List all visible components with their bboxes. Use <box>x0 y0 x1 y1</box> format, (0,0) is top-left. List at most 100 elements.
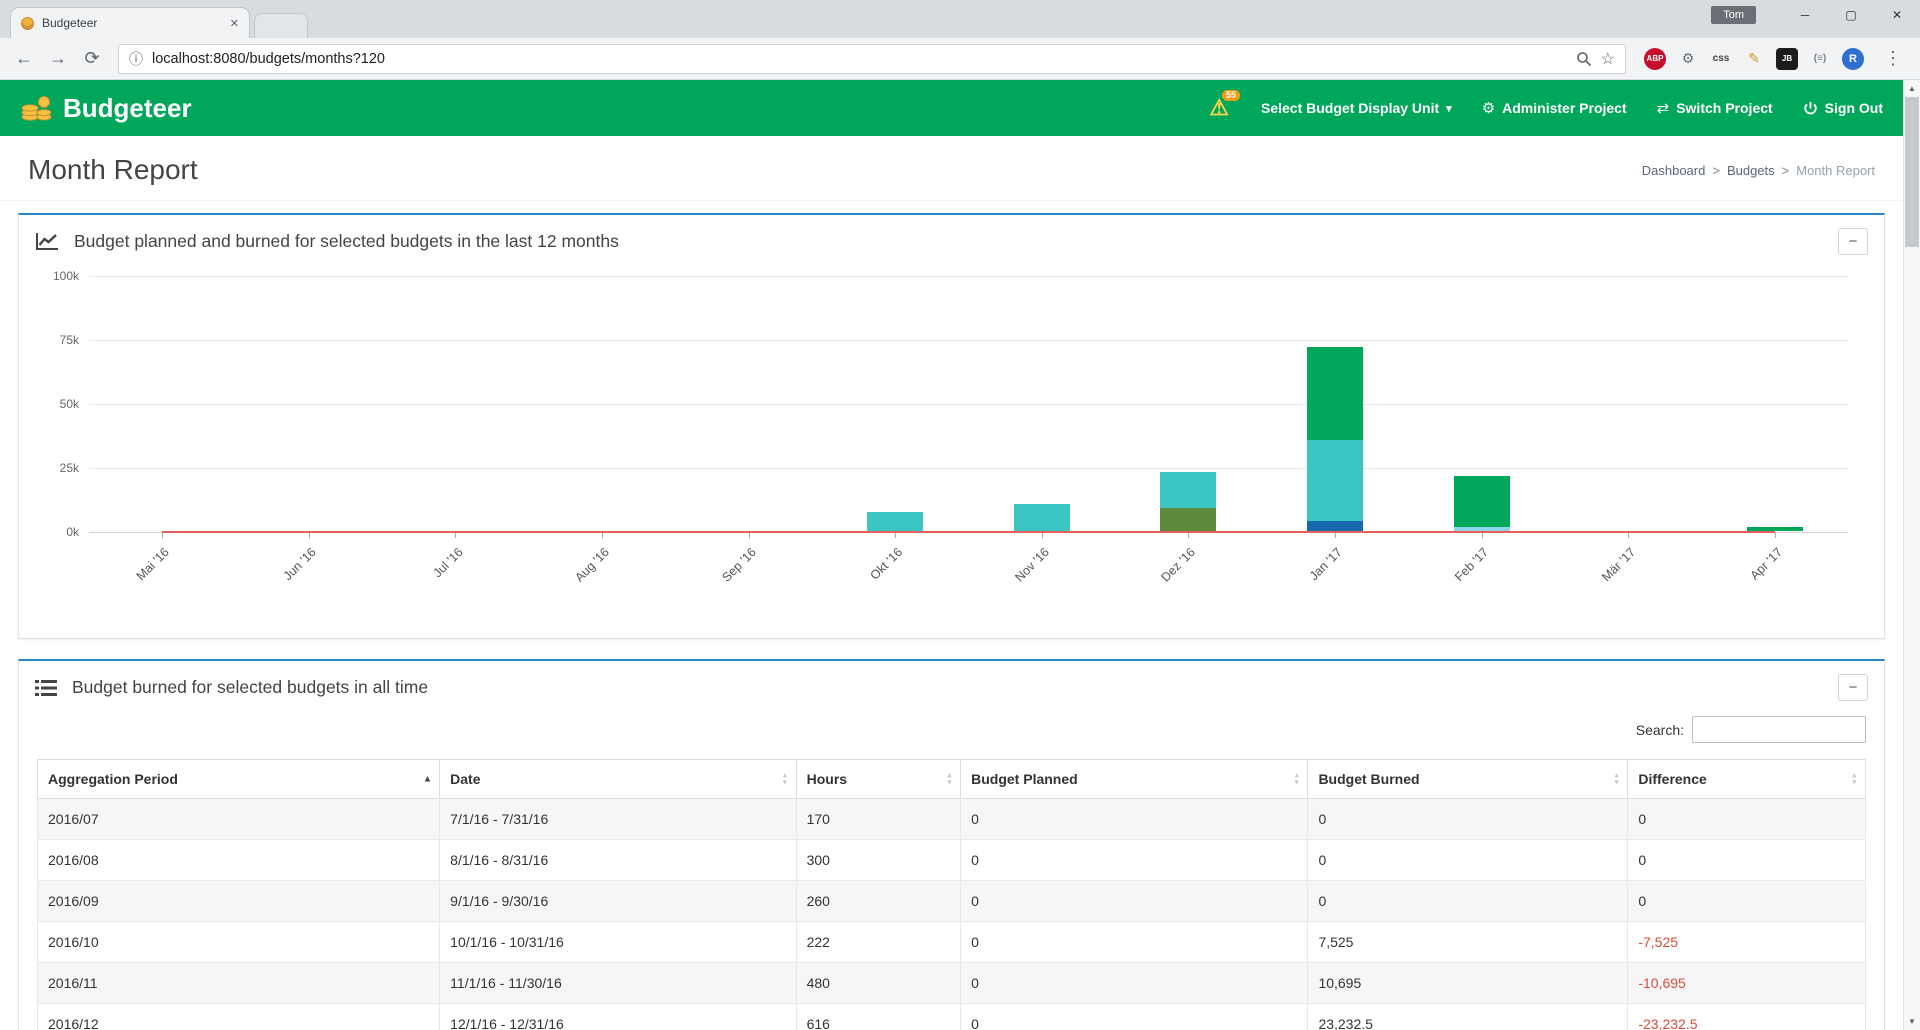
browser-menu-icon[interactable]: ⋮ <box>1874 48 1912 69</box>
minimize-button[interactable]: ─ <box>1782 0 1828 30</box>
column-label: Aggregation Period <box>48 771 178 787</box>
cell-hours: 480 <box>795 962 962 1004</box>
warning-indicator[interactable]: ⚠ 55 <box>1209 90 1240 119</box>
browser-toolbar: ← → ⟳ ⓘ localhost:8080/budgets/months?12… <box>0 38 1920 80</box>
page-scrollbar[interactable]: ▲ ▼ <box>1903 80 1920 1030</box>
budget-table: Aggregation Period▲▼Date▲▼Hours▲▼Budget … <box>36 759 1866 1030</box>
search-input[interactable] <box>1692 716 1866 743</box>
cell-aggregation-period: 2016/11 <box>36 962 441 1004</box>
table-row[interactable]: 2016/11 11/1/16 - 11/30/16 480 0 10,695 -10,6… <box>36 962 1866 1004</box>
extension-abp-icon[interactable]: ABP <box>1644 47 1666 70</box>
cell-aggregation-period: 2016/09 <box>36 880 441 922</box>
scroll-thumb[interactable] <box>1905 97 1919 247</box>
breadcrumb-current: Month Report <box>1796 162 1875 178</box>
window-close-button[interactable]: ✕ <box>1874 0 1920 30</box>
profile-chip[interactable]: Tom <box>1711 6 1756 24</box>
zoom-icon[interactable] <box>1576 51 1592 67</box>
bookmark-star-icon[interactable]: ☆ <box>1601 49 1615 69</box>
x-axis-label: Okt '16 <box>867 545 906 583</box>
x-axis-label: Dez '16 <box>1158 545 1199 585</box>
table-row[interactable]: 2016/10 10/1/16 - 10/31/16 222 0 7,525 -7,525 <box>36 921 1866 963</box>
collapse-button[interactable]: − <box>1838 674 1868 701</box>
scroll-up-button[interactable]: ▲ <box>1904 80 1920 97</box>
column-header-budget-burned[interactable]: Budget Burned ▲ ▼ <box>1307 759 1629 799</box>
search-label: Search: <box>1635 721 1684 738</box>
menu-label: Select Budget Display Unit <box>1261 100 1440 116</box>
extension-x-icon[interactable]: (≡) <box>1809 48 1831 70</box>
select-budget-display-unit-menu[interactable]: Select Budget Display Unit ▾ <box>1261 100 1452 116</box>
cell-difference: -7,525 <box>1627 921 1866 963</box>
new-tab-button[interactable] <box>254 13 308 38</box>
back-button[interactable]: ← <box>8 48 40 69</box>
switch-icon: ⇄ <box>1656 100 1670 117</box>
table-row[interactable]: 2016/12 12/1/16 - 12/31/16 616 0 23,232.5 -23… <box>36 1003 1866 1030</box>
extension-x-icon[interactable]: ✎ <box>1743 48 1765 70</box>
gear-icon: ⚙ <box>1481 100 1496 117</box>
x-axis-tick <box>1774 532 1776 538</box>
brand[interactable]: Budgeteer <box>20 93 192 124</box>
window-controls: Tom ─ ▢ ✕ <box>1711 0 1920 30</box>
bar-jan-17 <box>1306 346 1363 531</box>
switch-project-link[interactable]: ⇄ Switch Project <box>1657 99 1773 117</box>
sort-icon: ▲▼ <box>422 773 433 785</box>
column-label: Hours <box>806 771 848 787</box>
column-label: Budget Burned <box>1318 771 1420 787</box>
cell-difference: -10,695 <box>1627 962 1866 1004</box>
forward-button[interactable]: → <box>42 48 74 69</box>
cell-budget-burned: 10,695 <box>1307 962 1629 1004</box>
sign-out-link[interactable]: Sign Out <box>1803 100 1883 116</box>
table-row[interactable]: 2016/07 7/1/16 - 7/31/16 170 0 0 0 <box>36 798 1866 840</box>
address-bar[interactable]: ⓘ localhost:8080/budgets/months?120 ☆ <box>118 43 1626 74</box>
sort-icon: ▲▼ <box>1293 770 1301 786</box>
cell-budget-burned: 0 <box>1307 798 1629 840</box>
administer-project-link[interactable]: ⚙ Administer Project <box>1482 99 1627 117</box>
extension-r-icon[interactable]: R <box>1842 47 1864 70</box>
refresh-button[interactable]: ⟳ <box>76 48 108 69</box>
breadcrumb-budgets[interactable]: Budgets <box>1727 163 1775 178</box>
table-row[interactable]: 2016/09 9/1/16 - 9/30/16 260 0 0 0 <box>36 880 1866 922</box>
y-axis-label: 75k <box>59 333 79 347</box>
x-axis-label: Aug '16 <box>572 545 612 585</box>
page-info-icon[interactable]: ⓘ <box>129 49 143 69</box>
grid-line <box>89 468 1848 469</box>
list-icon <box>35 679 57 696</box>
chart-panel: Budget planned and burned for selected b… <box>18 213 1885 639</box>
brand-name: Budgeteer <box>63 92 192 123</box>
table-search: Search: <box>19 710 1884 753</box>
cell-aggregation-period: 2016/08 <box>36 839 441 881</box>
table-header-row: Aggregation Period▲▼Date▲▼Hours▲▼Budget … <box>36 759 1866 799</box>
cell-budget-burned: 0 <box>1307 880 1629 922</box>
column-header-difference[interactable]: Difference ▲ ▼ <box>1627 759 1866 799</box>
grid-line <box>89 276 1848 277</box>
navbar-menu: ⚠ 55 Select Budget Display Unit ▾ ⚙ Admi… <box>1209 90 1883 119</box>
column-header-hours[interactable]: Hours ▲ ▼ <box>795 759 962 799</box>
cell-date: 10/1/16 - 10/31/16 <box>439 921 797 963</box>
tab-close-icon[interactable]: ✕ <box>230 17 239 30</box>
column-header-budget-planned[interactable]: Budget Planned ▲ ▼ <box>960 759 1309 799</box>
table-row[interactable]: 2016/08 8/1/16 - 8/31/16 300 0 0 0 <box>36 839 1866 881</box>
column-label: Date <box>450 771 481 787</box>
browser-tab[interactable]: Budgeteer ✕ <box>10 7 250 38</box>
extension-jb-icon[interactable]: JB <box>1776 47 1798 70</box>
breadcrumb-dashboard[interactable]: Dashboard <box>1642 163 1706 178</box>
budget-segment-teal <box>1306 440 1363 521</box>
column-header-aggregation-period[interactable]: Aggregation Period ▲▼ <box>36 759 441 799</box>
budget-segment-teal <box>867 511 924 531</box>
cell-budget-planned: 0 <box>960 880 1309 922</box>
scroll-down-button[interactable]: ▼ <box>1904 1013 1920 1030</box>
extension-x-icon[interactable]: ⚙ <box>1677 48 1699 70</box>
sort-icon: ▲▼ <box>1850 770 1858 786</box>
cell-hours: 300 <box>795 839 962 881</box>
x-axis-label: Apr '17 <box>1746 545 1785 583</box>
extension-css-icon[interactable]: css <box>1710 48 1732 70</box>
planned-budget-line <box>162 531 1775 533</box>
x-axis-label: Mär '17 <box>1598 545 1639 585</box>
url-text[interactable]: localhost:8080/budgets/months?120 <box>152 51 1567 67</box>
bar-feb-17 <box>1453 475 1510 531</box>
column-header-date[interactable]: Date ▲ ▼ <box>439 759 797 799</box>
maximize-button[interactable]: ▢ <box>1828 0 1874 30</box>
cell-difference: 0 <box>1627 839 1866 881</box>
budget-chart: 0k 25k 50k 75k 100k Mai '16 Jun '16 Jul '16 Aug … <box>39 266 1858 632</box>
column-label: Budget Planned <box>971 771 1078 787</box>
collapse-button[interactable]: − <box>1838 228 1868 255</box>
